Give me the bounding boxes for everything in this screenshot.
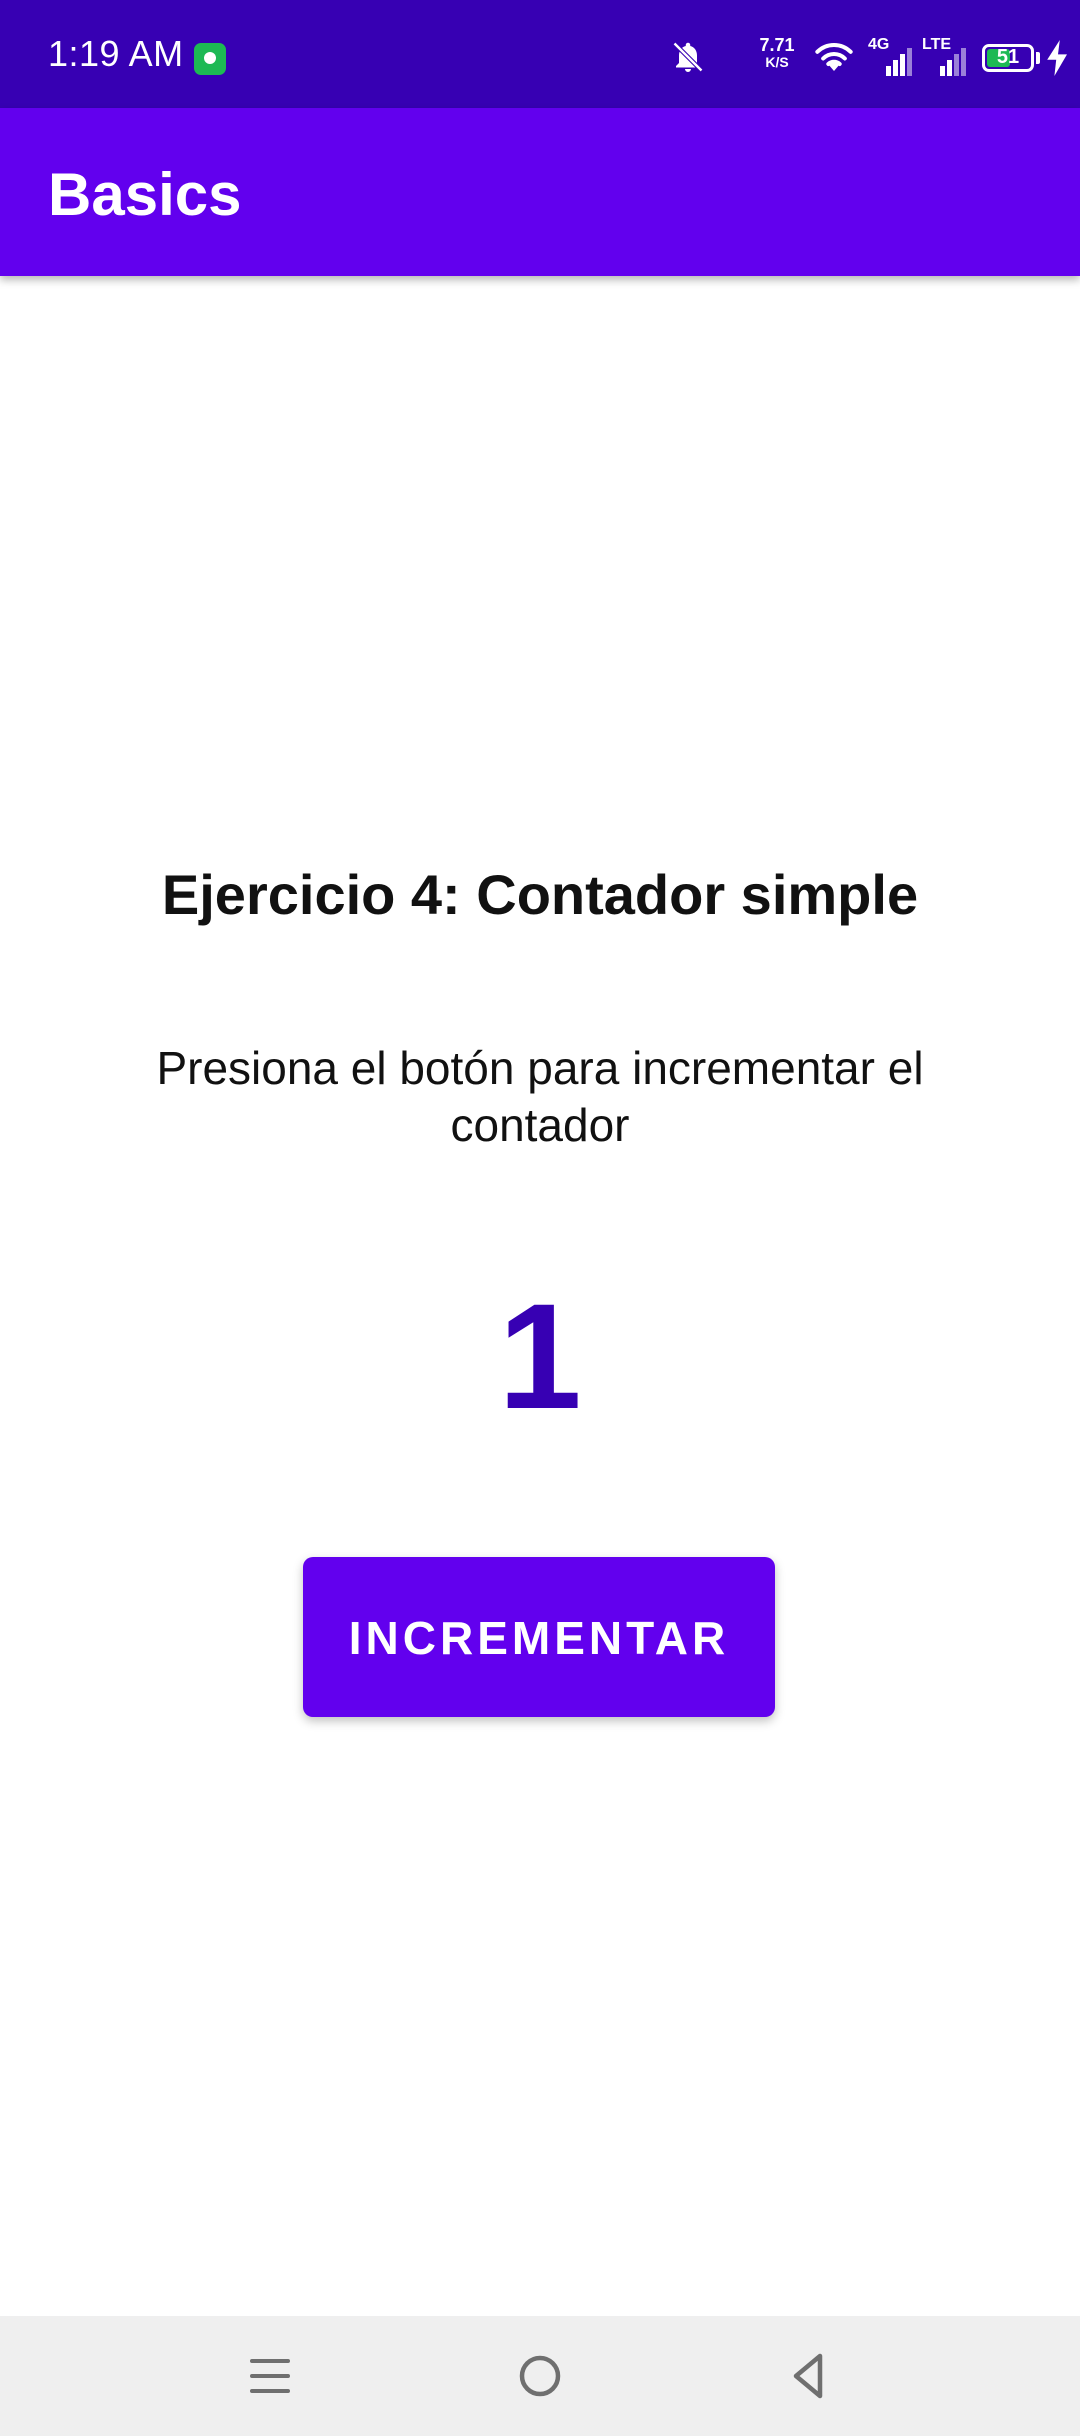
counter-value: 1 [498,1272,582,1440]
battery-icon: 51 [982,44,1034,72]
charging-icon [1047,40,1067,76]
wifi-icon [815,42,853,71]
menu-icon[interactable] [230,2336,310,2416]
bell-muted-icon [672,41,704,73]
main-content: Ejercicio 4: Contador simple Presiona el… [0,276,1080,2316]
increment-button[interactable]: INCREMENTAR [303,1557,775,1717]
app-bar: Basics [0,108,1080,276]
signal-icon [886,48,912,76]
exercise-title: Ejercicio 4: Contador simple [161,863,919,926]
status-icons: 7.71 K/S 4G LTE 51 [660,0,1080,108]
screen: 1:19 AM 7.71 K/S 4G LTE 51 Basics Ejerci… [0,0,1080,2436]
battery-tip [1036,52,1040,64]
home-icon[interactable] [500,2336,580,2416]
status-bar: 1:19 AM 7.71 K/S 4G LTE 51 [0,0,1080,108]
net-speed-value: 7.71 [759,35,795,55]
app-notification-icon [194,43,226,75]
app-title: Basics [48,161,242,228]
signal-icon-2 [940,48,966,76]
net-speed: 7.71 K/S [752,36,802,70]
instruction-text: Presiona el botón para incrementar el co… [156,1042,924,1151]
back-icon[interactable] [768,2336,848,2416]
battery-level: 51 [996,46,1020,68]
navigation-bar [0,2316,1080,2436]
status-time: 1:19 AM [48,33,184,74]
net-speed-unit: K/S [765,54,789,70]
